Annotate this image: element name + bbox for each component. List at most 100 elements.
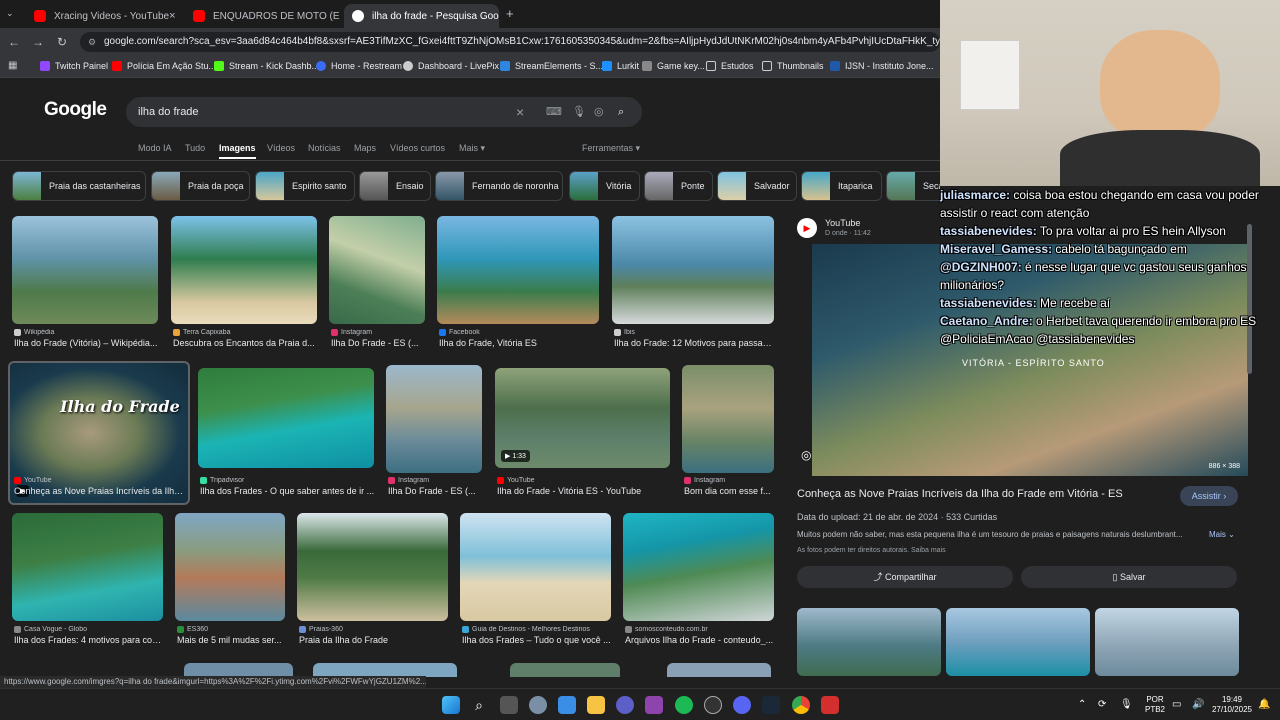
- result-caption[interactable]: Terra Capixaba Descubra os Encantos da Pr…: [173, 329, 319, 348]
- result-caption[interactable]: Instagram Ilha Do Frade - ES (...: [331, 329, 427, 348]
- notifications-icon[interactable]: 🔔: [1258, 700, 1270, 710]
- tab-youtube-xracing[interactable]: Xracing Videos - YouTube ×: [26, 4, 181, 28]
- tab-videos-curtos[interactable]: Vídeos curtos: [390, 143, 445, 153]
- image-result[interactable]: [175, 513, 285, 621]
- search-input[interactable]: ilha do frade × ⌨ 🎙 ◎ ⌕: [126, 97, 642, 127]
- image-result[interactable]: [184, 663, 293, 677]
- google-logo[interactable]: Google: [44, 99, 107, 121]
- app-icon[interactable]: [645, 696, 663, 714]
- tab-tudo[interactable]: Tudo: [185, 143, 205, 153]
- image-result[interactable]: [171, 216, 317, 324]
- bookmark-item[interactable]: Dashboard - LivePix: [403, 61, 499, 71]
- discord-icon[interactable]: [733, 696, 751, 714]
- chip[interactable]: Fernando de noronha: [435, 171, 563, 201]
- bookmark-item[interactable]: Game key...: [642, 61, 705, 71]
- steam-icon[interactable]: [762, 696, 780, 714]
- result-caption[interactable]: Ibis Ilha do Frade: 12 Motivos para passa…: [614, 329, 774, 348]
- chip[interactable]: Ensaio: [359, 171, 431, 201]
- image-result[interactable]: [437, 216, 599, 324]
- tab-imagens[interactable]: Imagens: [219, 143, 256, 159]
- chip[interactable]: Seca: [886, 171, 940, 201]
- image-result[interactable]: [623, 513, 774, 621]
- image-result[interactable]: [313, 663, 457, 677]
- lens-icon[interactable]: ◎: [801, 448, 811, 462]
- result-caption[interactable]: somosconteudo.com.br Arquivos Ilha do Fra…: [625, 626, 775, 645]
- bookmark-item[interactable]: Polícia Em Ação Stu...: [112, 61, 216, 71]
- chrome-icon[interactable]: [792, 696, 810, 714]
- app-icon[interactable]: [704, 696, 722, 714]
- back-icon[interactable]: ←: [2, 35, 26, 49]
- tab-videos[interactable]: Vídeos: [267, 143, 295, 153]
- clear-icon[interactable]: ×: [516, 97, 524, 127]
- tab-youtube-enquadros[interactable]: ENQUADROS DE MOTO (EP. 12) ×: [185, 4, 340, 28]
- related-image[interactable]: [946, 608, 1090, 676]
- copyright-note[interactable]: As fotos podem ter direitos autorais. Sa…: [797, 547, 946, 554]
- image-result[interactable]: [297, 513, 448, 621]
- bookmark-folder[interactable]: Thumbnails: [762, 61, 824, 71]
- reload-icon[interactable]: ↻: [50, 35, 74, 49]
- mic-icon[interactable]: 🎙: [572, 97, 586, 127]
- app-icon[interactable]: [616, 696, 634, 714]
- related-image[interactable]: [1095, 608, 1239, 676]
- result-caption[interactable]: Instagram Ilha Do Frade - ES (...: [388, 477, 484, 496]
- result-caption[interactable]: Wikipédia Ilha do Frade (Vitória) – Wikip…: [14, 329, 164, 348]
- file-explorer-icon[interactable]: [587, 696, 605, 714]
- share-button[interactable]: ⤴ Compartilhar: [797, 566, 1013, 588]
- tab-modo-ia[interactable]: Modo IA: [138, 143, 172, 153]
- bookmark-folder[interactable]: Estudos: [706, 61, 754, 71]
- image-result[interactable]: [510, 663, 620, 677]
- acrobat-icon[interactable]: [821, 696, 839, 714]
- result-caption[interactable]: YouTube Ilha do Frade - Vitória ES - YouT…: [497, 477, 670, 496]
- bookmark-item[interactable]: Lurkit: [602, 61, 639, 71]
- result-caption[interactable]: Casa Vogue - Globo Ilha dos Frades: 4 mot…: [14, 626, 164, 645]
- close-icon[interactable]: ×: [169, 10, 175, 22]
- more-link[interactable]: Mais ⌄: [1209, 530, 1235, 539]
- image-result[interactable]: [12, 216, 158, 324]
- keyboard-icon[interactable]: ⌨: [546, 97, 562, 127]
- preview-title[interactable]: Conheça as Nove Praias Incríveis da Ilha…: [797, 488, 1123, 500]
- apps-icon[interactable]: ▦: [8, 60, 17, 71]
- result-caption[interactable]: Instagram Bom dia com esse f...: [684, 477, 774, 496]
- image-result[interactable]: [386, 365, 482, 473]
- bookmark-item[interactable]: Home - Restream: [316, 61, 402, 71]
- task-view-icon[interactable]: [500, 696, 518, 714]
- chip[interactable]: Vitória: [569, 171, 640, 201]
- result-caption[interactable]: ES360 Mais de 5 mil mudas ser...: [177, 626, 285, 645]
- spotify-icon[interactable]: [675, 696, 693, 714]
- search-icon[interactable]: ⌕: [470, 696, 488, 714]
- start-icon[interactable]: [442, 696, 460, 714]
- chip[interactable]: Salvador: [717, 171, 797, 201]
- result-caption[interactable]: Tripadvisor Ilha dos Frades - O que saber…: [200, 477, 376, 496]
- image-result[interactable]: [667, 663, 771, 677]
- result-caption[interactable]: YouTube Conheça as Nove Praias Incríveis …: [14, 477, 186, 496]
- chip[interactable]: Espirito santo: [255, 171, 355, 201]
- result-caption[interactable]: Praias-360 Praia da Ilha do Frade: [299, 626, 449, 645]
- watch-button[interactable]: Assistir ›: [1180, 486, 1238, 506]
- search-icon[interactable]: ⌕: [618, 97, 624, 127]
- bookmark-item[interactable]: Twitch Painel: [40, 61, 108, 71]
- tray-chevron-icon[interactable]: ⌃: [1078, 700, 1086, 710]
- tab-noticias[interactable]: Notícias: [308, 143, 341, 153]
- clock[interactable]: 19:49 27/10/2025: [1210, 695, 1254, 715]
- image-result[interactable]: [460, 513, 611, 621]
- image-result[interactable]: [12, 513, 163, 621]
- tab-maps[interactable]: Maps: [354, 143, 376, 153]
- result-caption[interactable]: Facebook Ilha do Frade, Vitória ES: [439, 329, 599, 348]
- image-result[interactable]: ▶ 1:33: [495, 368, 670, 468]
- address-bar[interactable]: ⚙ google.com/search?sca_esv=3aa6d84c464b…: [80, 32, 940, 52]
- tab-search-icon[interactable]: ⌄: [6, 8, 14, 19]
- tab-mais[interactable]: Mais ▾: [459, 143, 485, 154]
- chip[interactable]: Itaparica: [801, 171, 882, 201]
- tab-google-search[interactable]: ilha do frade - Pesquisa Google ×: [344, 4, 499, 28]
- chip[interactable]: Praia das castanheiras: [12, 171, 146, 201]
- bookmark-item[interactable]: Stream - Kick Dashb...: [214, 61, 319, 71]
- mic-icon[interactable]: 🎙: [1120, 700, 1133, 710]
- network-icon[interactable]: ▭: [1172, 700, 1181, 710]
- chip[interactable]: Praia da poça: [151, 171, 250, 201]
- forward-icon[interactable]: →: [26, 35, 50, 49]
- result-caption[interactable]: Guia de Destinos - Melhores Destinos Ilha…: [462, 626, 612, 645]
- image-result[interactable]: [198, 368, 374, 468]
- chip[interactable]: Ponte: [644, 171, 713, 201]
- image-result[interactable]: [682, 365, 774, 473]
- bookmark-item[interactable]: StreamElements - S...: [500, 61, 603, 71]
